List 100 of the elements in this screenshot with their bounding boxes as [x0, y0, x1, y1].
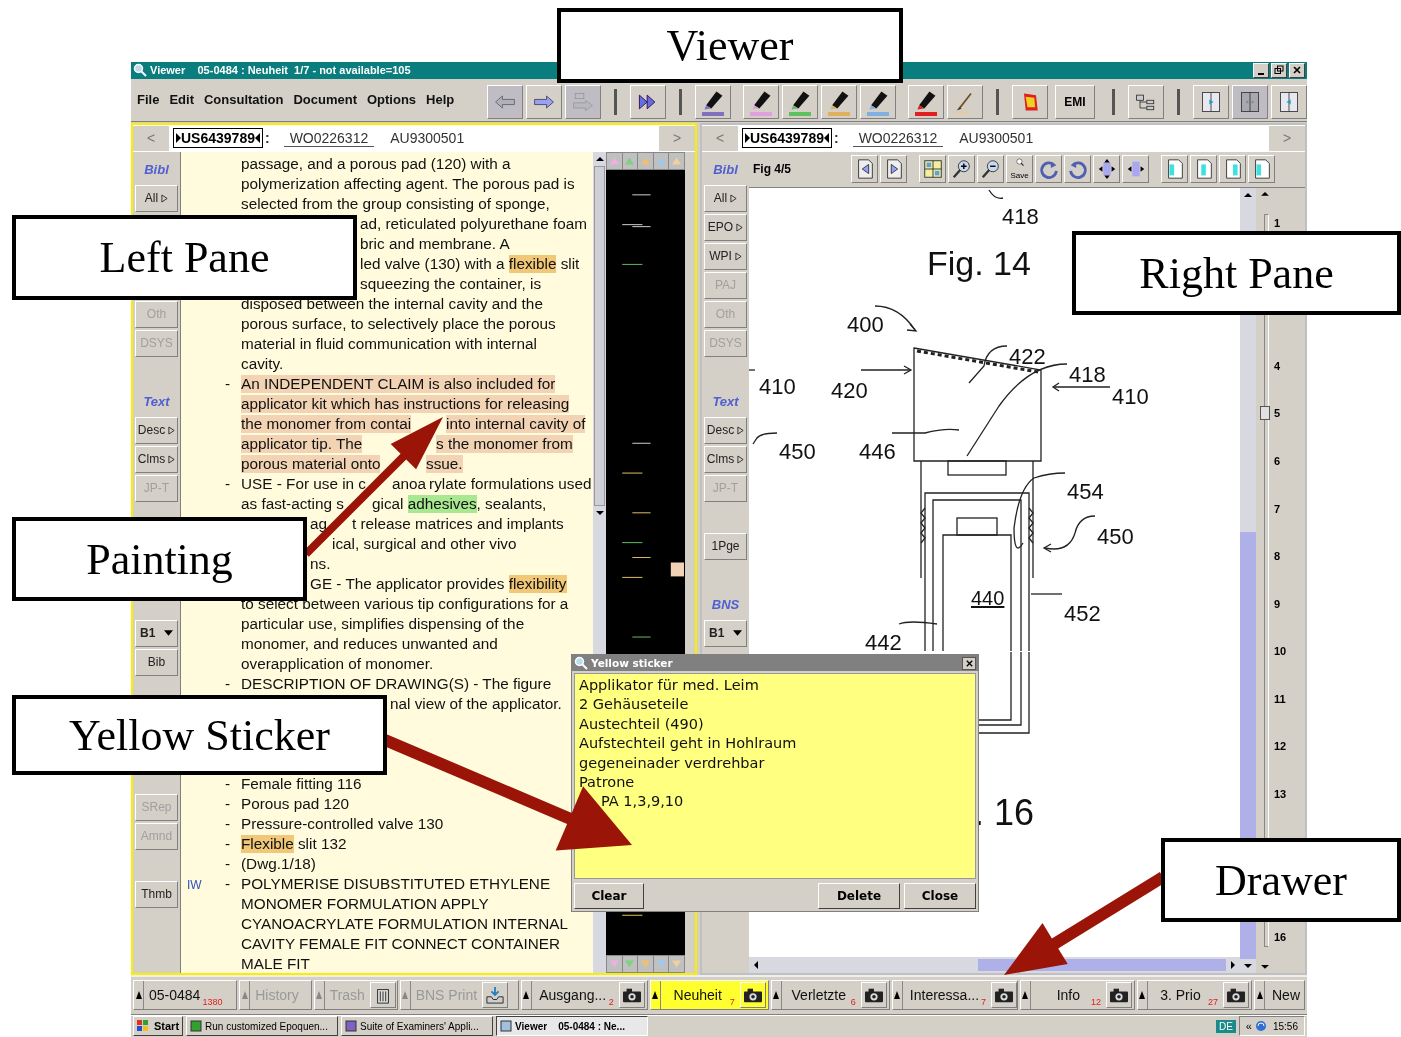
language-indicator[interactable]: DE — [1215, 1019, 1236, 1033]
sidebar-button[interactable]: Clms — [135, 445, 178, 473]
show-icons-button[interactable]: « — [1245, 1020, 1252, 1033]
camera-icon[interactable] — [1223, 982, 1249, 1008]
drawer-handle[interactable] — [771, 981, 782, 1009]
taskbar-button[interactable]: Viewer 05-0484 : Ne... — [496, 1016, 649, 1037]
sidebar-button[interactable]: EPO — [704, 213, 747, 241]
page-number[interactable]: 5 — [1274, 407, 1281, 420]
page-layout-button[interactable] — [1161, 155, 1188, 183]
drawer-handle[interactable] — [1020, 981, 1031, 1009]
drawer-tab[interactable]: Neuheit 7 — [649, 980, 769, 1010]
close-button[interactable] — [962, 656, 976, 670]
page-number[interactable]: 9 — [1274, 597, 1281, 610]
sidebar-button[interactable]: Thmb — [135, 880, 178, 908]
marker-pen-button[interactable] — [695, 84, 731, 119]
marker-pen-button[interactable] — [908, 84, 944, 119]
menu-item[interactable]: Document — [293, 92, 357, 108]
sidebar-button[interactable]: Clms — [704, 445, 747, 473]
restore-button[interactable] — [1271, 62, 1287, 78]
sidebar-button[interactable]: All — [704, 184, 747, 212]
down-arrow-icon[interactable] — [1243, 961, 1253, 970]
drawer-handle[interactable] — [134, 981, 144, 1009]
start-button[interactable]: Start — [133, 1016, 184, 1037]
right-arrow-icon[interactable] — [1229, 959, 1237, 970]
brush-button[interactable] — [947, 84, 983, 119]
taskbar-button[interactable]: Suite of Examiners' Appli... — [341, 1016, 494, 1037]
page-number[interactable]: 1 — [1274, 217, 1281, 230]
marker-pen-button[interactable] — [743, 84, 779, 119]
page-number[interactable]: 7 — [1274, 502, 1281, 515]
marker-pen-button[interactable] — [782, 84, 818, 119]
drawer-handle[interactable] — [1137, 981, 1148, 1009]
drawer-handle[interactable] — [892, 981, 903, 1009]
page-number[interactable]: 13 — [1274, 788, 1287, 801]
book-button[interactable] — [1012, 84, 1048, 119]
page-number[interactable]: 8 — [1274, 550, 1281, 563]
save-button[interactable]: Save — [1006, 155, 1033, 183]
drawer-tab[interactable]: Verletzte 6 — [770, 980, 890, 1010]
split-pane-button[interactable] — [1271, 84, 1307, 119]
drawer-tab[interactable]: New — [1254, 980, 1305, 1010]
emi-button[interactable]: EMI — [1055, 84, 1095, 119]
sidebar-button[interactable]: 1Pge — [704, 532, 747, 560]
menu-item[interactable]: Edit — [169, 92, 194, 108]
page-number[interactable]: 11 — [1274, 692, 1286, 705]
camera-icon[interactable] — [1105, 982, 1132, 1008]
rotate-back-button[interactable] — [1064, 155, 1091, 183]
minimize-button[interactable] — [1253, 62, 1269, 78]
split-pane-button[interactable] — [1193, 84, 1229, 119]
drawer-handle[interactable] — [521, 981, 532, 1009]
fit-width-button[interactable] — [1122, 155, 1149, 183]
tree-view-button[interactable] — [1128, 84, 1164, 119]
page-number[interactable]: 10 — [1274, 645, 1287, 658]
zoom-out-button[interactable] — [977, 155, 1004, 183]
sidebar-button[interactable]: Bib — [135, 648, 178, 676]
page-layout-button[interactable] — [1219, 155, 1246, 183]
sidebar-button[interactable]: Desc — [704, 416, 747, 444]
taskbar-button[interactable]: Run customized Epoquen... — [186, 1016, 339, 1037]
network-icon[interactable] — [1254, 1020, 1267, 1033]
sticker-button[interactable]: Close — [904, 883, 976, 909]
rotate-button[interactable] — [1035, 155, 1062, 183]
note-text-area[interactable]: Applikator für med. Leim 2 Gehäuseteile Austechteil (490) Aufstechteil geht in Hohlraum gegeneinader verdrehbar Patrone PA 1,3,9,10 — [574, 673, 976, 879]
dropdown[interactable]: B1 — [135, 619, 178, 647]
fast-forward-button[interactable] — [630, 84, 666, 119]
page-number[interactable]: 4 — [1274, 359, 1281, 372]
drawer-handle[interactable] — [1255, 981, 1265, 1009]
scroll-up-icon[interactable] — [1260, 189, 1270, 198]
menu-item[interactable]: Consultation — [203, 92, 284, 108]
previous-page-button[interactable] — [851, 155, 878, 183]
sidebar-button[interactable]: All — [135, 184, 178, 212]
marker-pen-button[interactable] — [860, 84, 896, 119]
document-tab[interactable]: AU9300501 — [388, 129, 467, 147]
camera-icon[interactable] — [739, 982, 766, 1008]
left-arrow-icon[interactable] — [752, 959, 760, 970]
drawer-tab[interactable]: Info 12 — [1019, 980, 1135, 1010]
scroll-down-icon[interactable] — [1260, 962, 1270, 971]
document-tab[interactable]: WO0226312 — [283, 129, 375, 147]
zoom-in-button[interactable] — [948, 155, 975, 183]
camera-icon[interactable] — [860, 982, 887, 1008]
page-slider-thumb[interactable] — [1260, 406, 1270, 421]
document-tab[interactable]: US6439789 — [742, 128, 832, 148]
page-layout-button[interactable] — [1248, 155, 1275, 183]
menu-item[interactable]: Options — [366, 92, 417, 108]
drawer-handle[interactable] — [650, 981, 661, 1009]
sticker-button[interactable]: Clear — [574, 883, 644, 909]
page-number[interactable]: 6 — [1274, 455, 1281, 467]
down-arrow-icon[interactable] — [594, 508, 605, 517]
fit-height-button[interactable] — [1093, 155, 1120, 183]
menu-item[interactable]: Help — [426, 92, 455, 108]
sidebar-button[interactable]: Desc — [135, 416, 178, 444]
dropdown[interactable]: B1 — [704, 619, 747, 647]
document-tab[interactable]: US6439789 — [173, 128, 263, 148]
up-arrow-icon[interactable] — [1243, 190, 1253, 199]
marker-pen-button[interactable] — [821, 84, 857, 119]
page-number[interactable]: 16 — [1274, 930, 1287, 943]
page-number[interactable]: 12 — [1274, 740, 1287, 753]
forward-arrow-button[interactable] — [526, 84, 562, 119]
drawer-tab[interactable]: 3. Prio 27 — [1136, 980, 1252, 1010]
grid-button[interactable] — [919, 155, 946, 183]
document-tab[interactable]: AU9300501 — [957, 129, 1036, 147]
sidebar-button[interactable]: WPI — [704, 242, 747, 270]
document-tab[interactable]: WO0226312 — [852, 129, 944, 147]
